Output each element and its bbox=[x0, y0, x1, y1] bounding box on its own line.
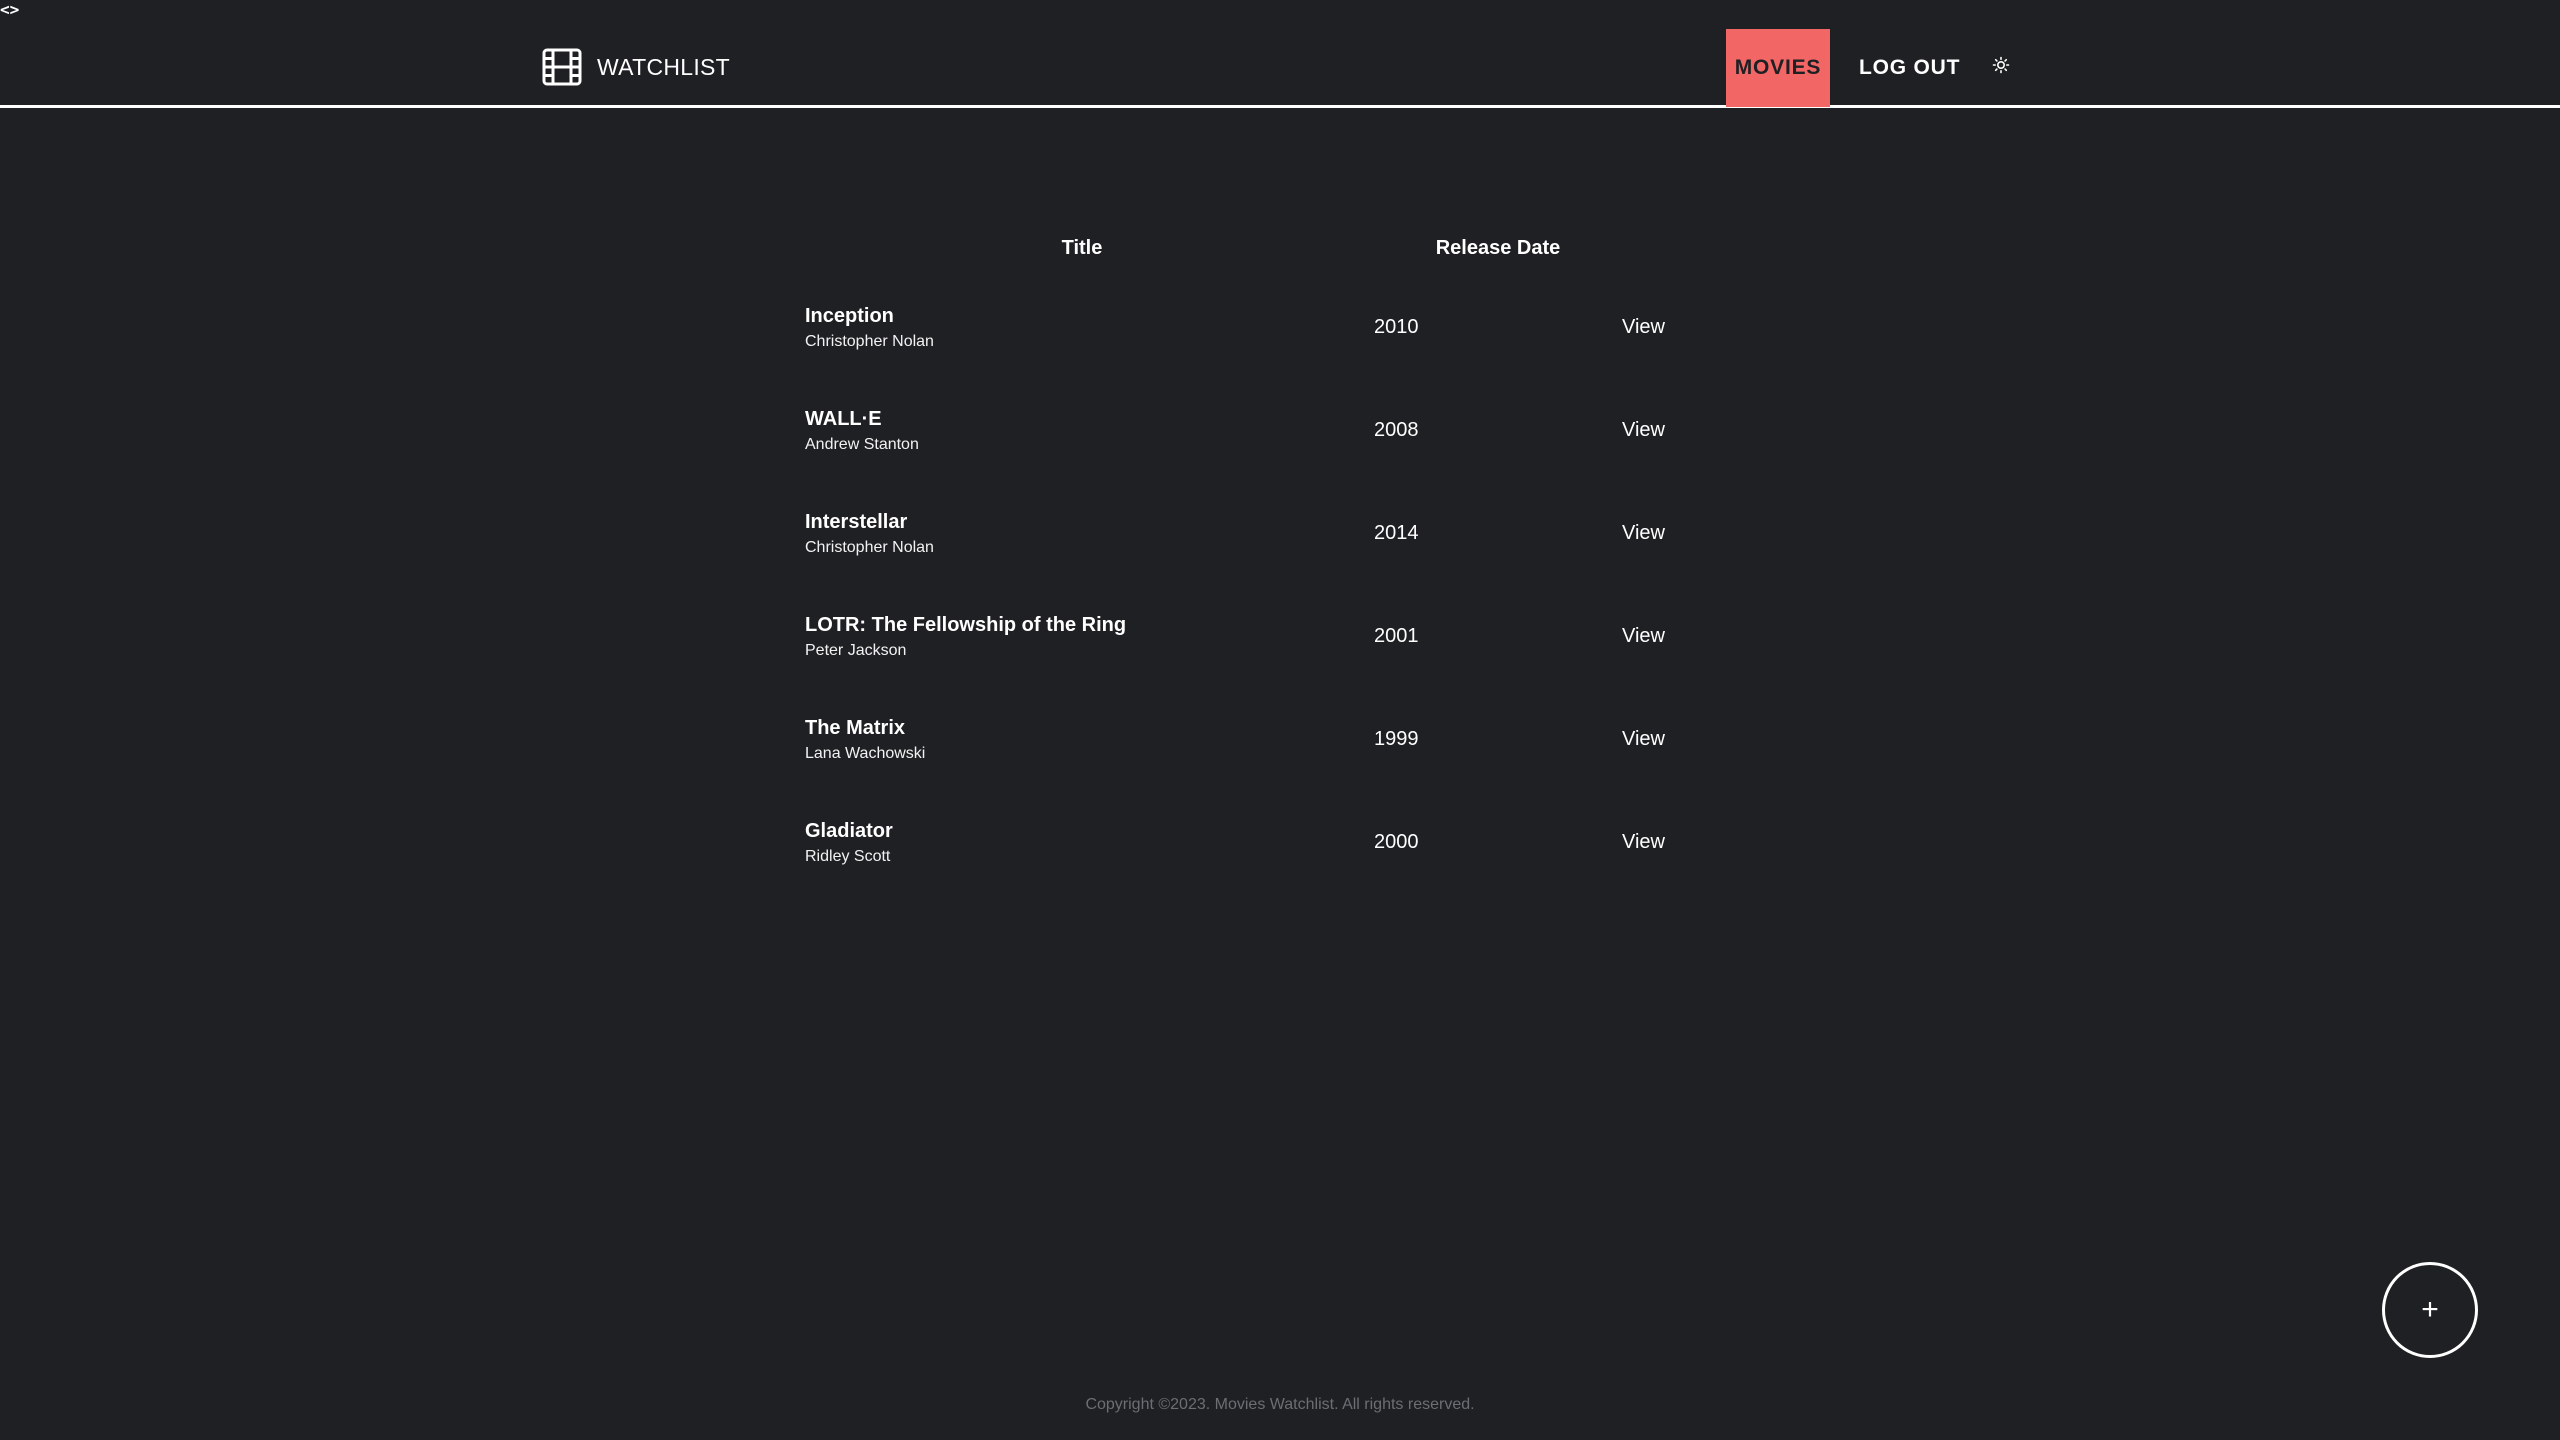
view-link[interactable]: View bbox=[1622, 419, 1665, 441]
footer-copyright: Copyright ©2023. Movies Watchlist. All r… bbox=[1085, 1396, 1475, 1413]
movie-director: Andrew Stanton bbox=[805, 435, 919, 453]
movie-title: Interstellar bbox=[805, 510, 908, 533]
table-row: WALL·E Andrew Stanton 2008 View bbox=[790, 379, 1742, 482]
table-row: The Matrix Lana Wachowski 1999 View bbox=[790, 688, 1742, 791]
column-header-action bbox=[1622, 220, 1742, 276]
movie-year: 2001 bbox=[1374, 625, 1419, 647]
movie-cell: Gladiator Ridley Scott bbox=[790, 791, 1374, 894]
year-cell: 1999 bbox=[1374, 688, 1622, 791]
main-nav: MOVIES LOG OUT bbox=[1726, 29, 2016, 107]
movie-title: Inception bbox=[805, 304, 894, 327]
year-cell: 2010 bbox=[1374, 276, 1622, 379]
brand-title: WATCHLIST bbox=[597, 53, 731, 80]
year-cell: 2008 bbox=[1374, 379, 1622, 482]
movie-cell: LOTR: The Fellowship of the Ring Peter J… bbox=[790, 585, 1374, 688]
view-link[interactable]: View bbox=[1622, 316, 1665, 338]
column-header-release-date: Release Date bbox=[1435, 236, 1561, 259]
action-cell: View bbox=[1622, 276, 1742, 379]
year-cell: 2014 bbox=[1374, 482, 1622, 585]
movie-director: Peter Jackson bbox=[805, 641, 907, 659]
movie-cell: WALL·E Andrew Stanton bbox=[790, 379, 1374, 482]
movie-year: 2014 bbox=[1374, 522, 1419, 544]
table-row: Interstellar Christopher Nolan 2014 View bbox=[790, 482, 1742, 585]
sun-icon bbox=[1992, 56, 2010, 80]
movie-year: 2010 bbox=[1374, 316, 1419, 338]
nav-movies-link[interactable]: MOVIES bbox=[1726, 29, 1830, 107]
action-cell: View bbox=[1622, 688, 1742, 791]
movie-year: 1999 bbox=[1374, 728, 1419, 750]
action-cell: View bbox=[1622, 791, 1742, 894]
view-link[interactable]: View bbox=[1622, 728, 1665, 750]
movie-director: Lana Wachowski bbox=[805, 744, 926, 762]
table-row: LOTR: The Fellowship of the Ring Peter J… bbox=[790, 585, 1742, 688]
table-row: Inception Christopher Nolan 2010 View bbox=[790, 276, 1742, 379]
theme-toggle-button[interactable] bbox=[1986, 29, 2016, 107]
brand[interactable]: WATCHLIST bbox=[542, 48, 730, 86]
movie-director: Ridley Scott bbox=[805, 847, 891, 865]
movie-title: LOTR: The Fellowship of the Ring bbox=[805, 613, 1127, 636]
movie-director: Christopher Nolan bbox=[805, 332, 934, 350]
action-cell: View bbox=[1622, 482, 1742, 585]
add-movie-button[interactable]: + bbox=[2382, 1262, 2478, 1358]
movie-cell: Inception Christopher Nolan bbox=[790, 276, 1374, 379]
movie-director: Christopher Nolan bbox=[805, 538, 934, 556]
column-header-title: Title bbox=[1061, 236, 1103, 259]
year-cell: 2001 bbox=[1374, 585, 1622, 688]
table-header-row: Title Release Date bbox=[790, 220, 1742, 276]
movie-title: WALL·E bbox=[805, 407, 882, 430]
movie-cell: Interstellar Christopher Nolan bbox=[790, 482, 1374, 585]
view-link[interactable]: View bbox=[1622, 831, 1665, 853]
view-link[interactable]: View bbox=[1622, 522, 1665, 544]
plus-icon: + bbox=[2421, 1293, 2439, 1326]
action-cell: View bbox=[1622, 379, 1742, 482]
movie-year: 2000 bbox=[1374, 831, 1419, 853]
film-icon bbox=[542, 48, 582, 86]
year-cell: 2000 bbox=[1374, 791, 1622, 894]
movies-table: Title Release Date Inception Christopher… bbox=[790, 220, 1742, 894]
movie-year: 2008 bbox=[1374, 419, 1419, 441]
movie-cell: The Matrix Lana Wachowski bbox=[790, 688, 1374, 791]
logout-link[interactable]: LOG OUT bbox=[1849, 29, 1970, 107]
top-navbar: WATCHLIST MOVIES LOG OUT bbox=[0, 0, 2560, 108]
view-link[interactable]: View bbox=[1622, 625, 1665, 647]
table-row: Gladiator Ridley Scott 2000 View bbox=[790, 791, 1742, 894]
movie-title: The Matrix bbox=[805, 716, 906, 739]
action-cell: View bbox=[1622, 585, 1742, 688]
movie-title: Gladiator bbox=[805, 819, 893, 842]
